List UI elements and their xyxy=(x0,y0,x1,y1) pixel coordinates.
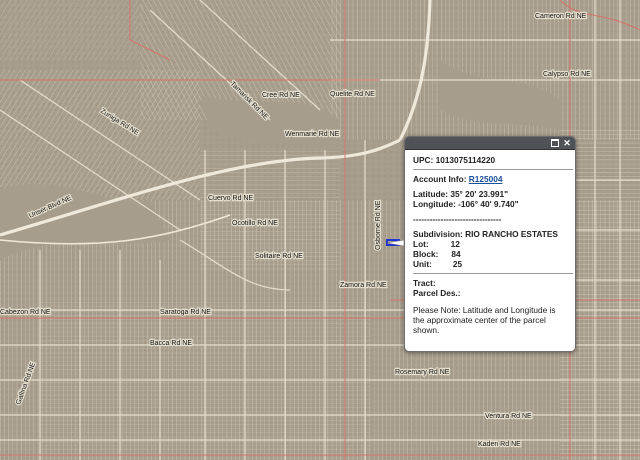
street-label: Wenmarie Rd NE xyxy=(285,131,340,138)
upc-line: UPC: 1013075114220 xyxy=(413,155,496,165)
parcel-info-popup: ✕ UPC: 1013075114220 Account Info: R1250… xyxy=(404,136,576,352)
subdivision-label: Subdivision: xyxy=(413,229,463,239)
account-link[interactable]: R125004 xyxy=(469,174,503,184)
separator-line: -------------------------------- xyxy=(413,214,502,224)
street-label: Kaden Rd NE xyxy=(478,441,521,448)
street-label: Calypso Rd NE xyxy=(543,71,591,78)
subdivision-value: RIO RANCHO ESTATES xyxy=(465,229,558,239)
unit-value: 25 xyxy=(452,259,463,269)
street-label: Cameron Rd NE xyxy=(535,13,587,20)
lot-line: Lot: 12 xyxy=(413,239,569,249)
street-label: Cuervo Rd NE xyxy=(208,195,253,202)
street-label: Ventura Rd NE xyxy=(485,413,532,420)
block-line: Block: 84 xyxy=(413,249,569,259)
tract-line: Tract: xyxy=(413,278,436,288)
coordinate-note: Please Note: Latitude and Longitude is t… xyxy=(413,305,556,335)
street-label: Cabezon Rd NE xyxy=(0,309,51,316)
unit-label: Unit: xyxy=(413,259,432,269)
popup-pointer xyxy=(387,240,404,246)
account-line: Account Info: R125004 xyxy=(413,174,569,184)
street-label: Rosemary Rd NE xyxy=(395,369,450,376)
divider xyxy=(413,273,573,274)
street-label: Bacca Rd NE xyxy=(150,340,192,347)
account-label: Account Info: xyxy=(413,174,467,184)
maximize-icon[interactable] xyxy=(550,138,560,148)
close-icon[interactable]: ✕ xyxy=(562,138,572,148)
subdivision-line: Subdivision: RIO RANCHO ESTATES xyxy=(413,229,569,239)
street-label: Saratoga Rd NE xyxy=(160,309,211,316)
street-label: Cree Rd NE xyxy=(262,92,300,99)
longitude-line: Longitude: -106° 40' 9.740" xyxy=(413,199,519,209)
street-label: Osborne Rd NE xyxy=(375,200,382,250)
street-label: Ocotillo Rd NE xyxy=(232,220,278,227)
parcel-des-line: Parcel Des.: xyxy=(413,288,461,298)
block-value: 84 xyxy=(451,249,461,259)
street-label: Solitaire Rd NE xyxy=(255,253,303,260)
lot-label: Lot: xyxy=(413,239,429,249)
popup-titlebar: ✕ xyxy=(405,137,575,150)
unit-line: Unit: 25 xyxy=(413,259,569,269)
block-label: Block: xyxy=(413,249,439,259)
divider xyxy=(413,169,573,170)
street-label: Zamora Rd NE xyxy=(340,282,387,289)
latitude-line: Latitude: 35° 20' 23.991" xyxy=(413,189,509,199)
popup-body: UPC: 1013075114220 Account Info: R125004… xyxy=(405,150,575,339)
lot-value: 12 xyxy=(450,239,460,249)
street-label: Quelite Rd NE xyxy=(330,91,375,98)
